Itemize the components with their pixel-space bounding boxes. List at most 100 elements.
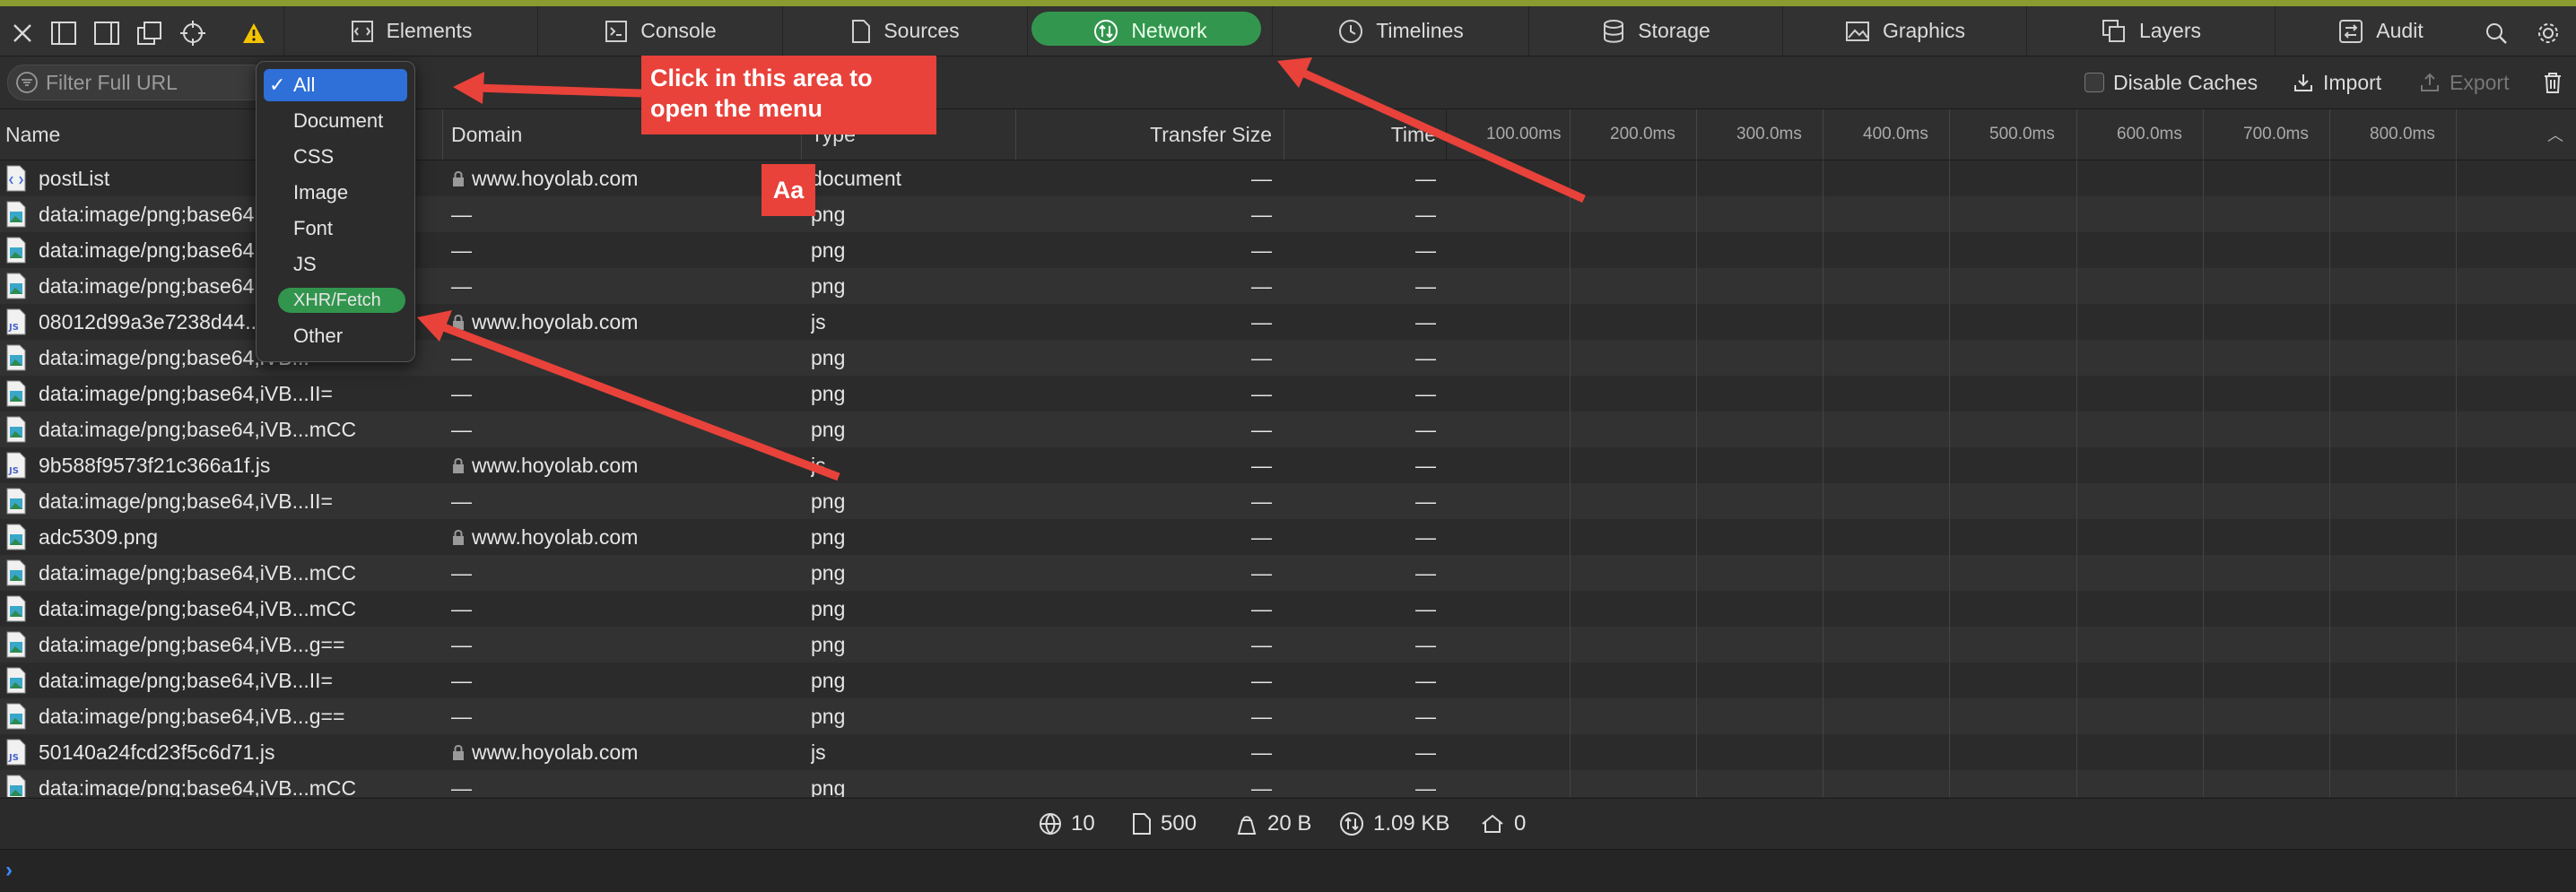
resource-type-menu: ✓ All Document CSS Image Font JS XHR/Fetch Other (256, 61, 415, 362)
import-button[interactable]: Import (2293, 65, 2381, 100)
lock-icon (451, 447, 466, 483)
request-time: — (1415, 740, 1436, 764)
timeline-tick-divider (2203, 109, 2204, 160)
window-top-strip (0, 0, 2576, 6)
table-row[interactable]: data:image/png;base64,iVB...mCC — png — — (0, 232, 1446, 268)
timeline-tick-divider (1570, 109, 1571, 160)
table-row[interactable]: data:image/png;base64,iVB...mCC — png — — (0, 555, 1446, 591)
timeline-tick-label: 500.0ms (1989, 125, 2055, 143)
table-row[interactable]: data:image/png;base64,iVB...mCC — png — — (0, 591, 1446, 627)
table-row[interactable]: data:image/png;base64,iVB...II= — png — — (0, 376, 1446, 411)
transferred-size: 20 B (1235, 799, 1311, 849)
inspect-element-icon[interactable] (172, 13, 213, 54)
disable-caches-label: Disable Caches (2113, 70, 2258, 94)
dock-right-icon[interactable] (86, 13, 127, 54)
tab-layers[interactable]: Layers (2026, 6, 2276, 56)
table-row[interactable]: data:image/png;base64,iVB...g== — png — — (0, 627, 1446, 663)
warning-icon[interactable] (233, 13, 274, 54)
request-name: data:image/png;base64,iVB...mCC (39, 596, 357, 620)
table-row[interactable]: JS 50140a24fcd23f5c6d71.js www.hoyolab.com… (0, 734, 1446, 770)
column-divider[interactable] (442, 109, 443, 160)
waterfall-gridline (1570, 160, 1571, 797)
request-name: data:image/png;base64,iVB...mCC (39, 775, 357, 798)
request-transfer-size: — (1251, 524, 1272, 549)
menu-item-image[interactable]: Image (264, 177, 407, 209)
clear-log-button[interactable] (2542, 65, 2563, 100)
request-domain: — (451, 775, 472, 798)
table-row[interactable]: data:image/png;base64,iVB...g== — png — — (0, 698, 1446, 734)
tab-audit[interactable]: Audit (2275, 6, 2486, 56)
menu-item-other[interactable]: Other (264, 320, 407, 352)
dock-left-icon[interactable] (43, 13, 84, 54)
column-header-time[interactable]: Time (1284, 109, 1436, 160)
request-time: — (1415, 704, 1436, 728)
request-transfer-size: — (1251, 632, 1272, 656)
detach-window-icon[interactable] (129, 13, 170, 54)
menu-item-font[interactable]: Font (264, 212, 407, 245)
table-row[interactable]: postList www.hoyolab.com document — — (0, 160, 1446, 196)
tab-network[interactable]: Network (1027, 6, 1273, 56)
tab-timelines[interactable]: Timelines (1272, 6, 1529, 56)
column-header-transfer-size[interactable]: Transfer Size (1015, 109, 1272, 160)
close-icon[interactable] (2, 13, 43, 54)
menu-item-label: XHR/Fetch (293, 290, 381, 310)
request-name: data:image/png;base64,iVB...g== (39, 632, 345, 656)
table-row[interactable]: JS 08012d99a3e7238d44... www.hoyolab.com js… (0, 304, 1446, 340)
storage-icon (1604, 19, 1624, 43)
tab-sources[interactable]: Sources (782, 6, 1028, 56)
console-icon (605, 20, 628, 42)
timeline-tick-divider (1696, 109, 1697, 160)
request-domain: www.hoyolab.com (472, 309, 639, 333)
table-row[interactable]: data:image/png;base64,iVB...mCC — png — — (0, 411, 1446, 447)
table-row[interactable]: data:image/png;base64,iVB... — png — — (0, 340, 1446, 376)
table-row[interactable]: JS 9b588f9573f21c366a1f.js www.hoyolab.com… (0, 447, 1446, 483)
request-time: — (1415, 381, 1436, 405)
waterfall-row (1446, 663, 2576, 698)
filter-url-input[interactable]: Filter Full URL (7, 65, 269, 100)
request-transfer-size: — (1251, 704, 1272, 728)
export-button[interactable]: Export (2419, 65, 2509, 100)
search-icon[interactable] (2476, 13, 2517, 54)
request-time: — (1415, 524, 1436, 549)
settings-gear-icon[interactable] (2528, 13, 2569, 54)
request-type: png (811, 345, 846, 369)
menu-item-js[interactable]: JS (264, 248, 407, 281)
menu-item-css[interactable]: CSS (264, 141, 407, 173)
request-name: data:image/png;base64,iVB...g== (39, 704, 345, 728)
quick-console-prompt[interactable]: › (0, 849, 2576, 892)
column-header-domain[interactable]: Domain (451, 109, 522, 160)
tab-elements[interactable]: Elements (283, 6, 538, 56)
table-row[interactable]: data:image/png;base64,iVB...II= — png — — (0, 483, 1446, 519)
graphics-icon (1845, 21, 1869, 41)
lock-icon (451, 734, 466, 770)
disable-caches-checkbox[interactable]: Disable Caches (2084, 65, 2258, 100)
timeline-tick-label: 300.0ms (1736, 125, 1802, 143)
devtools-tab-bar: Elements Console Sources Network Timelin… (0, 6, 2576, 56)
export-icon (2421, 73, 2439, 91)
collapse-chevron-icon[interactable]: ︿ (2547, 109, 2563, 160)
request-type: png (811, 381, 846, 405)
waterfall-row (1446, 304, 2576, 340)
tab-graphics[interactable]: Graphics (1782, 6, 2027, 56)
request-domain: www.hoyolab.com (472, 166, 639, 190)
request-type: png (811, 560, 846, 585)
tab-storage[interactable]: Storage (1528, 6, 1783, 56)
table-row[interactable]: data:image/png;base64,iVB...mCC — png — — (0, 770, 1446, 797)
waterfall-gridline (2456, 160, 2457, 797)
request-transfer-size: — (1251, 417, 1272, 441)
request-transfer-size: — (1251, 775, 1272, 798)
waterfall-row (1446, 483, 2576, 519)
menu-item-document[interactable]: Document (264, 105, 407, 137)
menu-item-all[interactable]: ✓ All (264, 69, 407, 101)
tab-console[interactable]: Console (537, 6, 783, 56)
waterfall-gridline (2203, 160, 2204, 797)
column-header-name[interactable]: Name (5, 109, 60, 160)
image-icon (6, 380, 26, 407)
waterfall-row (1446, 555, 2576, 591)
checkbox-box[interactable] (2084, 73, 2104, 92)
table-row[interactable]: adc5309.png www.hoyolab.com png — — (0, 519, 1446, 555)
table-row[interactable]: data:image/png;base64,iVB...mCC — png — — (0, 196, 1446, 232)
menu-item-xhr-fetch[interactable]: XHR/Fetch (264, 284, 407, 316)
table-row[interactable]: data:image/png;base64,iVB...II= — png — — (0, 663, 1446, 698)
table-row[interactable]: data:image/png;base64,iVB...mCC — png — — (0, 268, 1446, 304)
